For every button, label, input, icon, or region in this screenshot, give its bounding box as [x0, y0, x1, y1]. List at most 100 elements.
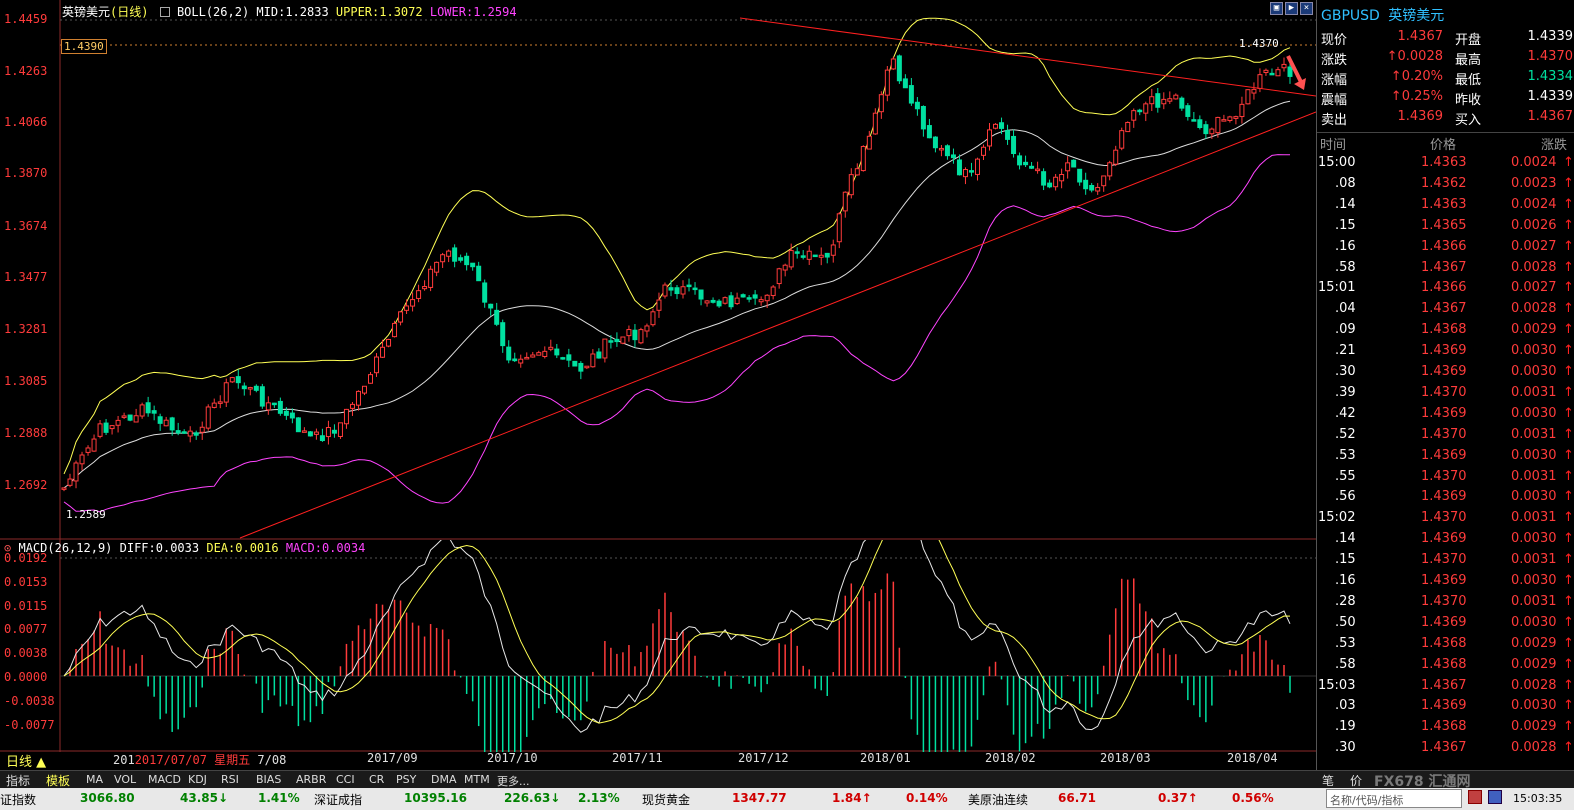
candle-body	[1215, 116, 1221, 134]
candle-body	[890, 58, 896, 70]
tick-row[interactable]: .42 1.4369 0.0030 ↑	[1317, 404, 1574, 425]
candle-body	[247, 387, 253, 390]
play-icon[interactable]: ▶	[1285, 2, 1298, 15]
alarm-icon[interactable]	[1468, 790, 1482, 804]
price-axis-label: 1.4459	[4, 12, 48, 26]
up-arrow-icon: ↑	[1563, 552, 1574, 568]
ticker-change: 43.85↓	[180, 791, 229, 805]
tick-row[interactable]: 15:00 1.4363 0.0024 ↑	[1317, 153, 1574, 174]
macd-header: ⊙ MACD(26,12,9) DIFF:0.0033 DEA:0.0016 M…	[4, 541, 365, 555]
candle-body	[1245, 89, 1251, 105]
quote-value: ↑0.0028	[1386, 49, 1443, 64]
tick-change: 0.0024	[1511, 155, 1557, 170]
price-axis-label: 1.2888	[4, 426, 48, 440]
candle-body	[1137, 109, 1143, 113]
tick-change: 0.0030	[1511, 573, 1557, 588]
tick-row[interactable]: 15:01 1.4366 0.0027 ↑	[1317, 278, 1574, 299]
panel-tab-price[interactable]: 价	[1350, 772, 1362, 789]
tick-price: 1.4370	[1421, 384, 1467, 400]
macd-chart[interactable]	[0, 540, 1316, 752]
tick-row[interactable]: .09 1.4368 0.0029 ↑	[1317, 320, 1574, 341]
candle-body	[404, 305, 410, 311]
symbol-name-cn: 英镑美元	[1388, 8, 1445, 24]
candle-body	[806, 250, 812, 260]
indicator-tab[interactable]: 指标	[6, 772, 30, 789]
candle-body	[854, 168, 860, 176]
trend-line-resistance	[739, 17, 1316, 97]
price-chart[interactable]	[0, 0, 1316, 540]
tick-row[interactable]: .50 1.4369 0.0030 ↑	[1317, 613, 1574, 634]
search-input[interactable]: 名称/代码/指标	[1326, 789, 1462, 808]
candle-body	[836, 213, 842, 243]
indicator-tab[interactable]: BIAS	[256, 773, 281, 786]
candle-body	[1203, 124, 1209, 135]
indicator-tab[interactable]: MA	[86, 773, 103, 786]
tick-row[interactable]: 15:03 1.4367 0.0028 ↑	[1317, 676, 1574, 697]
tick-row[interactable]: .14 1.4363 0.0024 ↑	[1317, 195, 1574, 216]
tick-row[interactable]: .16 1.4366 0.0027 ↑	[1317, 237, 1574, 258]
tick-row[interactable]: .58 1.4367 0.0028 ↑	[1317, 258, 1574, 279]
indicator-tab[interactable]: PSY	[396, 773, 416, 786]
up-arrow-icon: ↑	[1563, 238, 1574, 254]
tick-row[interactable]: .53 1.4369 0.0030 ↑	[1317, 446, 1574, 467]
candle-body	[1197, 119, 1203, 129]
candle-body	[151, 410, 157, 414]
indicator-tab[interactable]: RSI	[221, 773, 239, 786]
candle-body	[428, 268, 434, 288]
indicator-tab[interactable]: CR	[369, 773, 384, 786]
close-icon[interactable]: ×	[1300, 2, 1313, 15]
candle-body	[776, 268, 782, 285]
indicator-tab[interactable]: 模板	[46, 772, 70, 789]
tick-row[interactable]: .58 1.4368 0.0029 ↑	[1317, 655, 1574, 676]
candle-body	[680, 286, 686, 295]
candle-body	[1011, 135, 1017, 154]
quote-label: 涨幅	[1321, 73, 1348, 88]
tick-row[interactable]: .19 1.4368 0.0029 ↑	[1317, 717, 1574, 738]
candle-body	[1239, 103, 1245, 118]
panel-tab-ticks[interactable]: 笔	[1322, 772, 1334, 789]
tick-row[interactable]: .15 1.4370 0.0031 ↑	[1317, 550, 1574, 571]
tick-row[interactable]: .28 1.4370 0.0031 ↑	[1317, 592, 1574, 613]
tick-price: 1.4369	[1421, 343, 1467, 359]
tick-row[interactable]: .52 1.4370 0.0031 ↑	[1317, 425, 1574, 446]
tick-row[interactable]: .39 1.4370 0.0031 ↑	[1317, 383, 1574, 404]
indicator-tab[interactable]: 更多...	[497, 773, 530, 789]
tick-row[interactable]: .53 1.4368 0.0029 ↑	[1317, 634, 1574, 655]
indicator-tab[interactable]: DMA	[431, 773, 457, 786]
indicator-tab[interactable]: ARBR	[296, 773, 326, 786]
tick-row[interactable]: .30 1.4369 0.0030 ↑	[1317, 362, 1574, 383]
tick-row[interactable]: .30 1.4367 0.0028 ↑	[1317, 738, 1574, 759]
tick-change: 0.0031	[1511, 510, 1557, 526]
indicator-tab[interactable]: VOL	[114, 773, 136, 786]
tick-row[interactable]: .55 1.4370 0.0031 ↑	[1317, 467, 1574, 488]
indicator-tab[interactable]: CCI	[336, 773, 355, 786]
tick-row[interactable]: .04 1.4367 0.0028 ↑	[1317, 299, 1574, 320]
message-icon[interactable]	[1488, 790, 1502, 804]
tick-row[interactable]: .21 1.4369 0.0030 ↑	[1317, 341, 1574, 362]
candle-body	[1047, 182, 1053, 188]
indicator-tab[interactable]: KDJ	[188, 773, 207, 786]
candle-body	[349, 403, 355, 409]
tick-time: .55	[1335, 468, 1356, 484]
x-axis-month: 2017/09	[367, 751, 418, 765]
tick-change: 0.0029	[1511, 719, 1557, 735]
indicator-tab[interactable]: MACD	[148, 773, 181, 786]
chart-area[interactable]: 英镑美元(日线) BOLL(26,2) MID:1.2833 UPPER:1.3…	[0, 0, 1316, 770]
indicator-tab[interactable]: MTM	[464, 773, 490, 786]
tick-row[interactable]: .03 1.4369 0.0030 ↑	[1317, 696, 1574, 717]
tick-row[interactable]: .08 1.4362 0.0023 ↑	[1317, 174, 1574, 195]
ticker-percent: 0.14%	[906, 791, 948, 805]
tick-row[interactable]: .14 1.4369 0.0030 ↑	[1317, 529, 1574, 550]
candle-body	[458, 257, 464, 261]
candle-body	[734, 297, 740, 305]
tick-row[interactable]: .56 1.4369 0.0030 ↑	[1317, 487, 1574, 508]
candle-body	[999, 122, 1005, 129]
tick-row[interactable]: 15:02 1.4370 0.0031 ↑	[1317, 508, 1574, 529]
candle-body	[259, 386, 265, 407]
candle-body	[1257, 74, 1263, 89]
period-button[interactable]: 日线 ▲	[6, 751, 46, 770]
tick-row[interactable]: .16 1.4369 0.0030 ↑	[1317, 571, 1574, 592]
candle-body	[1233, 116, 1239, 119]
restore-icon[interactable]: ▣	[1270, 2, 1283, 15]
tick-row[interactable]: .15 1.4365 0.0026 ↑	[1317, 216, 1574, 237]
